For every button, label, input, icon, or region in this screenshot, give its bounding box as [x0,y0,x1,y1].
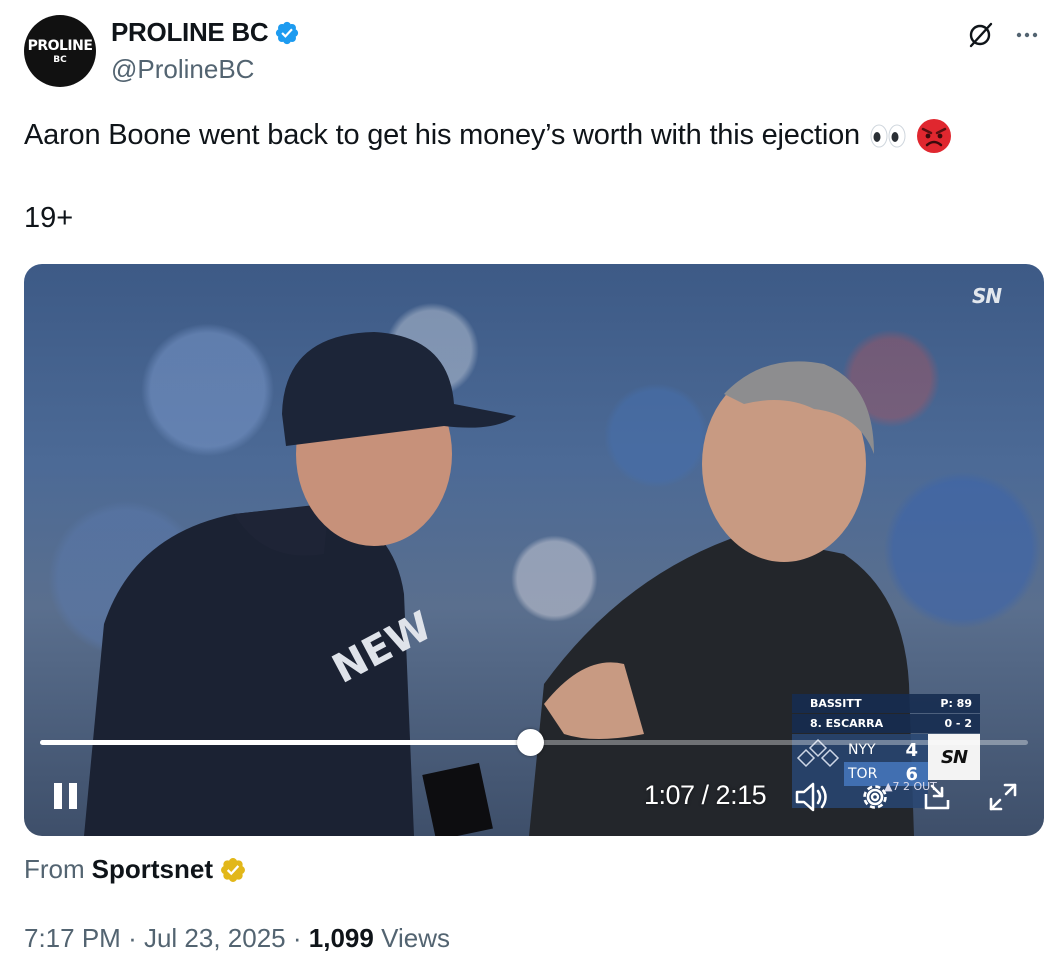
tweet-text: Aaron Boone went back to get his money’s… [24,116,952,154]
gold-verified-badge-icon[interactable] [219,856,247,884]
angry-face-emoji-icon [916,119,951,154]
tweet-date-link[interactable]: Jul 23, 2025 [144,923,286,953]
video-progress-bar[interactable] [40,729,1028,756]
volume-icon[interactable] [794,780,830,814]
author-handle[interactable]: @ProlineBC [111,54,254,85]
avatar-text-line1: PROLINE [27,37,93,54]
fullscreen-icon[interactable] [986,780,1020,814]
tweet-text-content: Aaron Boone went back to get his money’s… [24,119,860,151]
views-label: Views [381,923,450,953]
ball-strike-count: 0 - 2 [944,717,972,730]
sportsnet-watermark: SN [972,284,1002,308]
video-player[interactable]: NEW SN BASSITT P: 89 8. ESCARRA 0 - 2 NY… [24,264,1044,836]
video-time-readout: 1:07 / 2:15 [644,780,767,810]
age-rating-text: 19+ [24,202,74,234]
tweet-meta: 7:17 PM · Jul 23, 2025 · 1,099 Views [24,923,450,954]
video-source: From Sportsnet [24,854,247,885]
meta-separator: · [292,923,302,953]
author-name[interactable]: PROLINE BC [111,17,300,48]
pause-icon[interactable] [52,780,80,812]
tweet-time-link[interactable]: 7:17 PM [24,923,121,953]
eyes-emoji-icon [870,124,906,148]
source-prefix: From [24,854,85,884]
verified-badge-icon[interactable] [274,20,300,46]
picture-in-picture-icon[interactable] [922,780,956,814]
views-count: 1,099 [308,923,374,953]
scoreboard-batter-row: 8. ESCARRA 0 - 2 [792,714,980,733]
video-progress-handle[interactable] [517,729,545,756]
source-name-link[interactable]: Sportsnet [92,854,213,885]
author-avatar[interactable]: PROLINE BC [24,15,96,87]
pitcher-name: BASSITT [810,697,862,710]
batter-name: 8. ESCARRA [810,717,884,730]
author-name-text[interactable]: PROLINE BC [111,17,269,48]
grok-icon[interactable] [965,20,995,50]
avatar-text-line2: BC [53,54,67,65]
settings-icon[interactable] [858,780,892,814]
meta-separator: · [128,923,137,953]
pitch-count: P: 89 [940,697,972,710]
more-horizontal-icon[interactable] [1012,20,1042,50]
scoreboard-pitcher-row: BASSITT P: 89 [792,694,980,713]
video-progress-fill [40,740,531,745]
